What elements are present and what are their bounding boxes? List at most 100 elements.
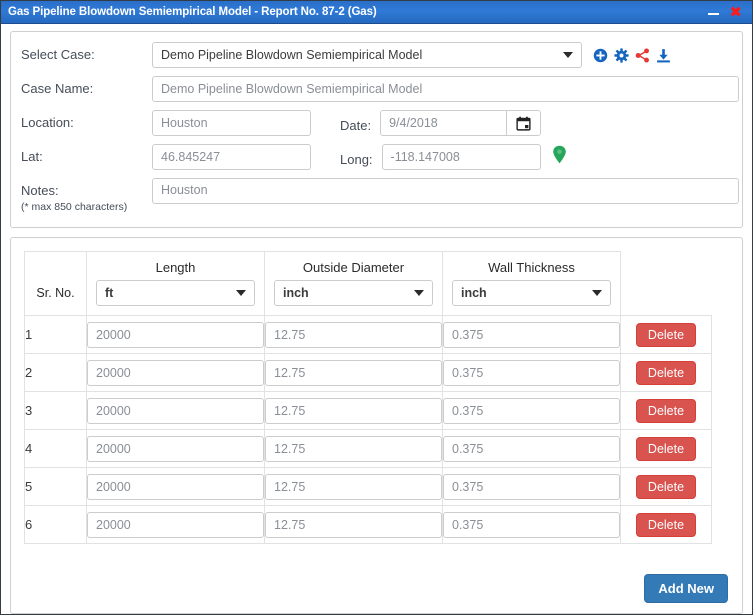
share-icon[interactable] [635,47,650,63]
cell-wall-thickness [442,505,621,544]
segments-table-head: Sr. No. Length ft Outside Diameter inch … [24,251,712,316]
lat-input[interactable] [152,144,311,170]
outside-diameter-input[interactable] [265,397,442,424]
table-row: 2 Delete [24,353,712,392]
download-icon[interactable] [656,48,671,63]
delete-button[interactable]: Delete [635,512,697,537]
select-case-dropdown[interactable]: Demo Pipeline Blowdown Semiempirical Mod… [152,42,582,68]
case-name-label: Case Name: [21,81,94,96]
wall-thickness-unit-dropdown[interactable]: inch [452,280,611,306]
cell-outside-diameter [264,353,443,392]
length-input[interactable] [87,511,264,538]
table-row: 3 Delete [24,391,712,430]
title-bar: Gas Pipeline Blowdown Semiempirical Mode… [1,1,752,24]
calendar-icon[interactable] [506,111,541,135]
cell-length [86,353,265,392]
outside-diameter-input[interactable] [265,473,442,500]
cell-outside-diameter [264,429,443,468]
length-input[interactable] [87,321,264,348]
cell-sr-no: 6 [24,505,87,544]
window-title: Gas Pipeline Blowdown Semiempirical Mode… [8,6,377,18]
lat-long-control: Long: [152,144,567,170]
delete-button[interactable]: Delete [635,436,697,461]
header-wall-thickness-title: Wall Thickness [488,260,575,275]
length-unit-dropdown[interactable]: ft [96,280,255,306]
lat-label: Lat: [21,149,43,164]
cell-outside-diameter [264,391,443,430]
cell-outside-diameter [264,467,443,506]
add-circle-icon[interactable] [593,48,608,63]
select-case-label: Select Case: [21,47,95,62]
cell-sr-no: 3 [24,391,87,430]
cell-sr-no: 1 [24,315,87,354]
length-input[interactable] [87,435,264,462]
wall-thickness-unit-value: inch [461,286,487,300]
outside-diameter-input[interactable] [265,511,442,538]
length-input[interactable] [87,473,264,500]
header-wall-thickness: Wall Thickness inch [442,251,621,316]
wall-thickness-input[interactable] [443,321,620,348]
outside-diameter-unit-dropdown[interactable]: inch [274,280,433,306]
table-header-row: Sr. No. Length ft Outside Diameter inch … [24,251,712,316]
add-new-button[interactable]: Add New [644,574,728,603]
case-details-panel: Select Case: Demo Pipeline Blowdown Semi… [10,31,743,228]
cell-sr-no: 5 [24,467,87,506]
cell-length [86,391,265,430]
cell-length [86,467,265,506]
date-label: Date: [340,117,372,133]
wall-thickness-input[interactable] [443,397,620,424]
segments-table-wrapper: Sr. No. Length ft Outside Diameter inch … [24,251,729,544]
header-sr-no: Sr. No. [24,251,87,316]
cell-length [86,315,265,354]
date-input[interactable] [381,111,507,135]
outside-diameter-input[interactable] [265,435,442,462]
cell-actions: Delete [620,315,712,354]
notes-control: Houston [152,178,739,204]
delete-button[interactable]: Delete [635,322,697,347]
notes-textarea[interactable]: Houston [152,178,739,204]
delete-button[interactable]: Delete [635,398,697,423]
length-input[interactable] [87,397,264,424]
location-label: Location: [21,115,74,130]
chevron-down-icon [592,290,602,296]
cell-wall-thickness [442,467,621,506]
notes-label: Notes: (* max 850 characters) [21,178,152,215]
date-field-group [380,110,542,136]
header-sr-no-label: Sr. No. [36,286,75,300]
notes-row: Notes: (* max 850 characters) Houston [21,178,739,215]
table-footer: Add New [24,564,729,603]
cell-sr-no: 2 [24,353,87,392]
select-case-value: Demo Pipeline Blowdown Semiempirical Mod… [161,48,423,62]
table-row: 6 Delete [24,505,712,544]
case-name-input[interactable] [152,76,739,102]
app-window: Gas Pipeline Blowdown Semiempirical Mode… [0,0,753,615]
header-length-title: Length [155,260,196,275]
segments-table: Sr. No. Length ft Outside Diameter inch … [24,251,712,544]
delete-button[interactable]: Delete [635,474,697,499]
outside-diameter-input[interactable] [265,359,442,386]
cell-outside-diameter [264,315,443,354]
minimize-button[interactable] [708,7,720,18]
gear-icon[interactable] [614,47,629,63]
length-input[interactable] [87,359,264,386]
long-input[interactable] [381,144,541,170]
outside-diameter-input[interactable] [265,321,442,348]
wall-thickness-input[interactable] [443,435,620,462]
map-pin-icon[interactable] [552,145,567,169]
wall-thickness-input[interactable] [443,359,620,386]
wall-thickness-input[interactable] [443,473,620,500]
table-row: 1 Delete [24,315,712,354]
notes-max-hint: (* max 850 characters) [21,201,128,213]
cell-outside-diameter [264,505,443,544]
close-button[interactable]: ✖ [729,4,742,19]
window-controls: ✖ [708,4,748,19]
cell-sr-no: 4 [24,429,87,468]
header-outside-diameter: Outside Diameter inch [264,251,443,316]
pipeline-segments-panel: Sr. No. Length ft Outside Diameter inch … [10,237,743,614]
header-length: Length ft [86,251,265,316]
delete-button[interactable]: Delete [635,360,697,385]
wall-thickness-input[interactable] [443,511,620,538]
cell-actions: Delete [620,505,712,544]
location-input[interactable] [152,110,311,136]
table-row: 4 Delete [24,429,712,468]
